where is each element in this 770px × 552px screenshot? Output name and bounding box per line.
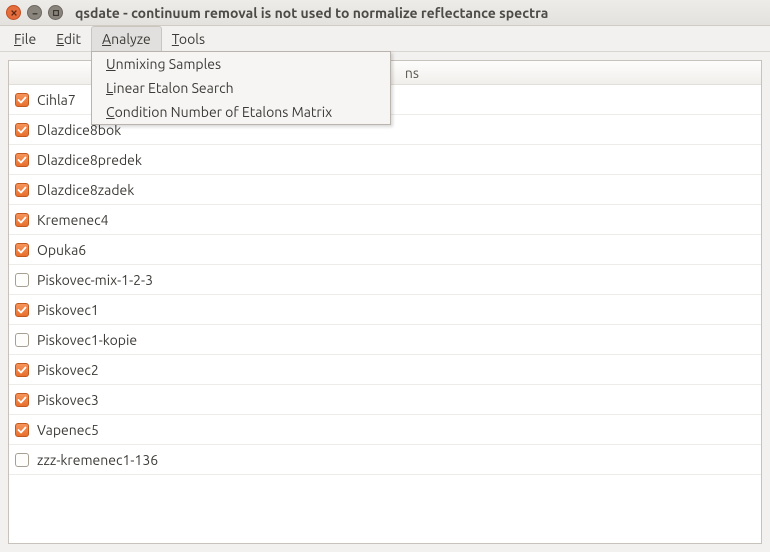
sample-name: Vapenec5 [37,422,99,438]
list-item[interactable]: Opuka6 [9,235,761,265]
sample-name: Piskovec-mix-1-2-3 [37,272,153,288]
checkbox[interactable] [15,453,29,467]
window-title: qsdate - continuum removal is not used t… [75,5,548,21]
sample-name: Piskovec1-kopie [37,332,137,348]
checkbox[interactable] [15,153,29,167]
menu-file[interactable]: File [4,26,46,51]
list-item[interactable]: Dlazdice8zadek [9,175,761,205]
checkbox[interactable] [15,303,29,317]
minimize-icon[interactable] [27,5,42,20]
sample-name: Dlazdice8predek [37,152,142,168]
checkbox[interactable] [15,93,29,107]
menu-item-label: Linear Etalon Search [106,80,234,96]
menu-item-unmixing-samples[interactable]: Unmixing Samples [92,52,390,76]
menu-label: Analyze [102,31,151,47]
list-item[interactable]: Piskovec1-kopie [9,325,761,355]
checkbox[interactable] [15,243,29,257]
sample-list[interactable]: ns Cihla7Dlazdice8bokDlazdice8predekDlaz… [8,60,762,544]
sample-name: Piskovec2 [37,362,99,378]
list-header-fragment: ns [405,65,749,81]
content: ns Cihla7Dlazdice8bokDlazdice8predekDlaz… [0,52,770,552]
menu-item-label: Condition Number of Etalons Matrix [106,104,332,120]
checkbox[interactable] [15,123,29,137]
menu-label: Tools [172,31,205,47]
list-item[interactable]: Piskovec3 [9,385,761,415]
sample-name: Piskovec1 [37,302,99,318]
list-item[interactable]: Kremenec4 [9,205,761,235]
checkbox[interactable] [15,273,29,287]
list-item[interactable]: Dlazdice8predek [9,145,761,175]
menu-item-label: Unmixing Samples [106,56,221,72]
menu-analyze[interactable]: AnalyzeUnmixing SamplesLinear Etalon Sea… [91,26,162,51]
list-item[interactable]: zzz-kremenec1-136 [9,445,761,475]
menubar: File Edit AnalyzeUnmixing SamplesLinear Et… [0,26,770,52]
list-item[interactable]: Piskovec-mix-1-2-3 [9,265,761,295]
sample-name: Dlazdice8zadek [37,182,134,198]
titlebar: qsdate - continuum removal is not used t… [0,0,770,26]
sample-name: zzz-kremenec1-136 [37,452,158,468]
menu-edit[interactable]: Edit [46,26,91,51]
checkbox[interactable] [15,213,29,227]
checkbox[interactable] [15,393,29,407]
analyze-dropdown: Unmixing Samples Linear Etalon Search Cond… [91,51,391,125]
menu-item-condition-number-of-etalons-matrix[interactable]: Condition Number of Etalons Matrix [92,100,390,124]
menu-item-linear-etalon-search[interactable]: Linear Etalon Search [92,76,390,100]
window: qsdate - continuum removal is not used t… [0,0,770,552]
menu-tools[interactable]: Tools [162,26,215,51]
close-icon[interactable] [6,5,21,20]
checkbox[interactable] [15,363,29,377]
sample-name: Cihla7 [37,92,76,108]
list-item[interactable]: Vapenec5 [9,415,761,445]
checkbox[interactable] [15,423,29,437]
menu-label: File [14,31,36,47]
sample-name: Opuka6 [37,242,86,258]
list-item[interactable]: Piskovec2 [9,355,761,385]
maximize-icon[interactable] [48,5,63,20]
sample-name: Piskovec3 [37,392,99,408]
checkbox[interactable] [15,183,29,197]
menu-label: Edit [56,31,81,47]
checkbox[interactable] [15,333,29,347]
sample-name: Kremenec4 [37,212,108,228]
list-item[interactable]: Piskovec1 [9,295,761,325]
